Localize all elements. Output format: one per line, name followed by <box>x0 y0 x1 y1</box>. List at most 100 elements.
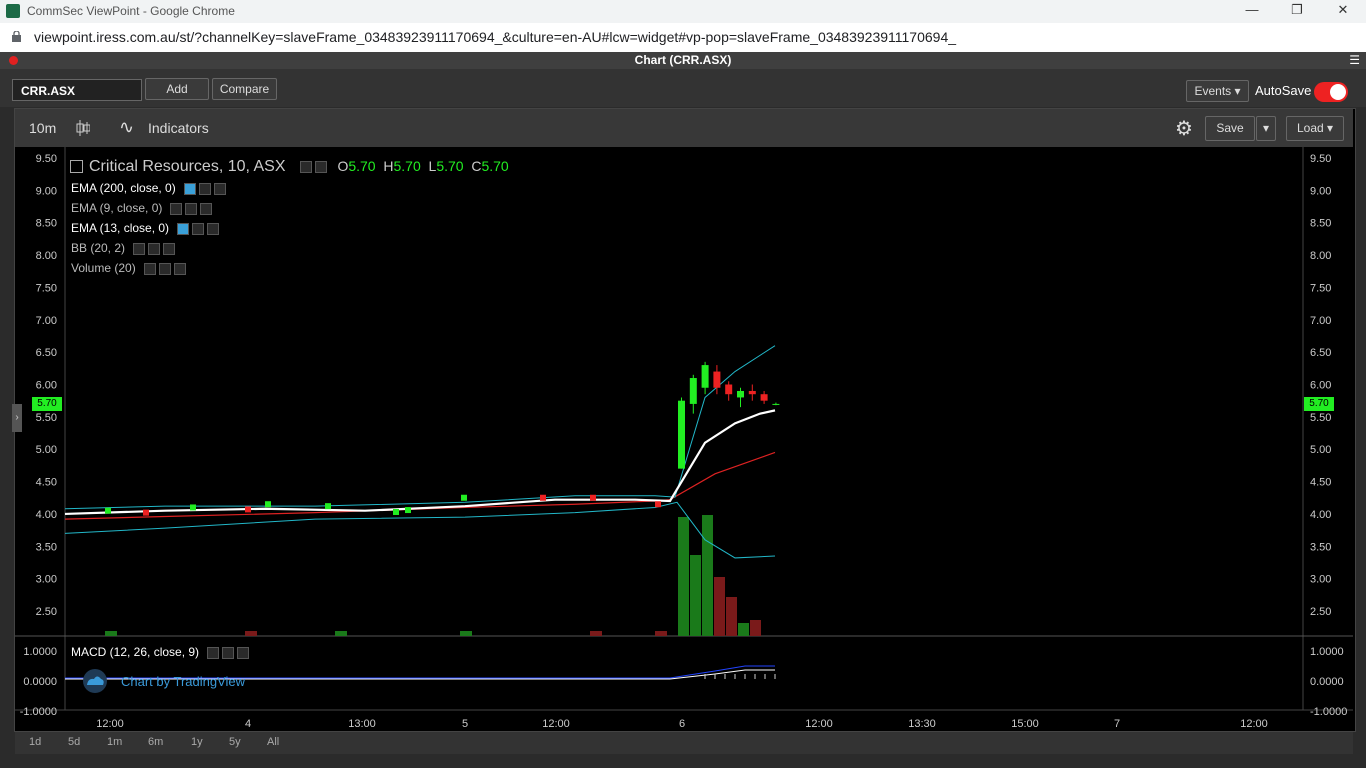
x-tick-label: 12:00 <box>1240 718 1268 730</box>
load-dropdown[interactable]: Load ▾ <box>1286 116 1344 141</box>
volume-bar <box>690 555 701 636</box>
series-title: Critical Resources, 10, ASX <box>89 158 286 175</box>
candle <box>655 501 661 508</box>
study-macd[interactable]: MACD (12, 26, close, 9) <box>71 645 250 659</box>
x-tick-label: 13:30 <box>908 718 936 730</box>
lock-icon <box>12 31 21 42</box>
close-icon <box>200 202 213 215</box>
volume-bar <box>678 517 689 636</box>
range-all[interactable]: All <box>267 736 279 748</box>
y-tick-label-right: 5.00 <box>1310 444 1331 456</box>
gear-icon <box>198 182 211 195</box>
macd-tick-label-left: 0.0000 <box>23 676 57 688</box>
study-ema9[interactable]: EMA (9, close, 0) <box>71 201 213 215</box>
url-text[interactable]: viewpoint.iress.com.au/st/?channelKey=sl… <box>34 29 956 45</box>
candle-body <box>772 403 780 405</box>
range-bar: 1d 5d 1m 6m 1y 5y All <box>15 732 1353 754</box>
y-tick-label-right: 4.50 <box>1310 477 1331 489</box>
ema-13-line <box>64 409 776 516</box>
x-tick-label: 6 <box>679 718 685 730</box>
address-bar[interactable]: viewpoint.iress.com.au/st/?channelKey=sl… <box>0 23 1366 53</box>
close-window-button[interactable]: ✕ <box>1328 2 1358 18</box>
y-tick-label-right: 9.50 <box>1310 153 1331 165</box>
range-1d[interactable]: 1d <box>29 736 41 748</box>
minimize-button[interactable]: — <box>1237 2 1267 17</box>
x-tick-label: 12:00 <box>96 718 124 730</box>
settings-gear-icon[interactable]: ⚙ <box>1175 116 1193 141</box>
y-tick-label-left: 5.00 <box>36 444 57 456</box>
y-tick-label-left: 2.50 <box>36 606 57 618</box>
chart-toolbar: 10m ∿ Indicators ⚙ Save ▾ Load ▾ <box>15 109 1353 147</box>
y-tick-label-right: 7.50 <box>1310 282 1331 294</box>
compare-button[interactable]: Compare <box>212 78 277 100</box>
close-icon <box>237 646 250 659</box>
range-1m[interactable]: 1m <box>107 736 122 748</box>
autosave-toggle[interactable] <box>1314 82 1348 102</box>
gear-icon[interactable] <box>314 160 327 173</box>
hamburger-menu-icon[interactable]: ☰ <box>1349 52 1360 69</box>
eye-icon <box>177 222 190 235</box>
save-dropdown-button[interactable]: ▾ <box>1256 116 1276 141</box>
volume-bar <box>590 631 602 636</box>
range-6m[interactable]: 6m <box>148 736 163 748</box>
interval-selector[interactable]: 10m <box>29 120 56 136</box>
candle <box>325 503 331 510</box>
y-axis-left: 9.50 9.00 8.50 8.00 7.50 7.00 6.50 6.00 5.50 5.00… <box>20 153 57 718</box>
macd-tick-label-left: -1.0000 <box>20 706 57 718</box>
range-5d[interactable]: 5d <box>68 736 80 748</box>
save-button[interactable]: Save <box>1205 116 1255 141</box>
y-axis-right: 9.50 9.00 8.50 8.00 7.50 7.00 6.50 6.00 5.50 5.00… <box>1310 153 1347 718</box>
close-icon <box>207 222 220 235</box>
close-icon <box>173 262 186 275</box>
candle-body <box>725 384 733 395</box>
candle <box>461 494 467 501</box>
study-ema13[interactable]: EMA (13, close, 0) <box>71 221 220 235</box>
range-5y[interactable]: 5y <box>229 736 241 748</box>
price-tag-right: 5.70 <box>1304 397 1334 411</box>
indicators-button[interactable]: Indicators <box>148 120 209 136</box>
study-bb[interactable]: BB (20, 2) <box>71 241 176 255</box>
candle <box>245 506 251 513</box>
eye-icon <box>170 202 183 215</box>
macd-line <box>669 665 775 679</box>
ohlc-values: O5.70 H5.70 L5.70 C5.70 <box>337 158 509 174</box>
events-dropdown[interactable]: Events ▾ <box>1186 80 1249 102</box>
gear-icon <box>192 222 205 235</box>
range-1y[interactable]: 1y <box>191 736 203 748</box>
volume-bar <box>105 631 117 636</box>
volume-bar <box>335 631 347 636</box>
frame-header: Chart (CRR.ASX) ☰ <box>0 52 1366 69</box>
y-tick-label-right: 3.00 <box>1310 574 1331 586</box>
y-tick-label-left: 4.50 <box>36 477 57 489</box>
browser-title-bar: CommSec ViewPoint - Google Chrome — ❐ ✕ <box>0 0 1366 23</box>
x-tick-label: 5 <box>462 718 468 730</box>
y-tick-label-left: 7.00 <box>36 315 57 327</box>
add-button[interactable]: Add <box>145 78 209 100</box>
collapse-legend-icon[interactable] <box>70 160 83 174</box>
x-tick-label: 7 <box>1114 718 1120 730</box>
close-icon <box>213 182 226 195</box>
study-ema200[interactable]: EMA (200, close, 0) <box>71 181 226 195</box>
volume-bar <box>655 631 667 636</box>
candle-body <box>737 390 744 398</box>
x-tick-label: 4 <box>245 718 251 730</box>
x-tick-label: 13:00 <box>348 718 376 730</box>
candle-type-icon[interactable] <box>76 119 90 137</box>
macd-tick-label-right: 1.0000 <box>1310 646 1344 658</box>
candle <box>105 507 111 514</box>
restore-button[interactable]: ❐ <box>1282 2 1312 18</box>
candle-body <box>760 394 768 401</box>
tradingview-watermark[interactable]: Chart by TradingView <box>121 674 245 689</box>
eye-icon <box>133 242 146 255</box>
close-dot-icon[interactable] <box>9 56 18 65</box>
candle <box>393 508 399 515</box>
eye-icon[interactable] <box>299 160 312 173</box>
indicators-icon[interactable]: ∿ <box>119 117 134 138</box>
y-tick-label-left: 5.50 <box>36 412 57 424</box>
tradingview-cloud-icon <box>83 669 107 693</box>
y-tick-label-right: 5.50 <box>1310 412 1331 424</box>
study-volume[interactable]: Volume (20) <box>71 261 186 275</box>
y-tick-label-left: 6.50 <box>36 347 57 359</box>
symbol-input[interactable]: CRR.ASX <box>12 79 142 101</box>
y-tick-label-right: 2.50 <box>1310 606 1331 618</box>
